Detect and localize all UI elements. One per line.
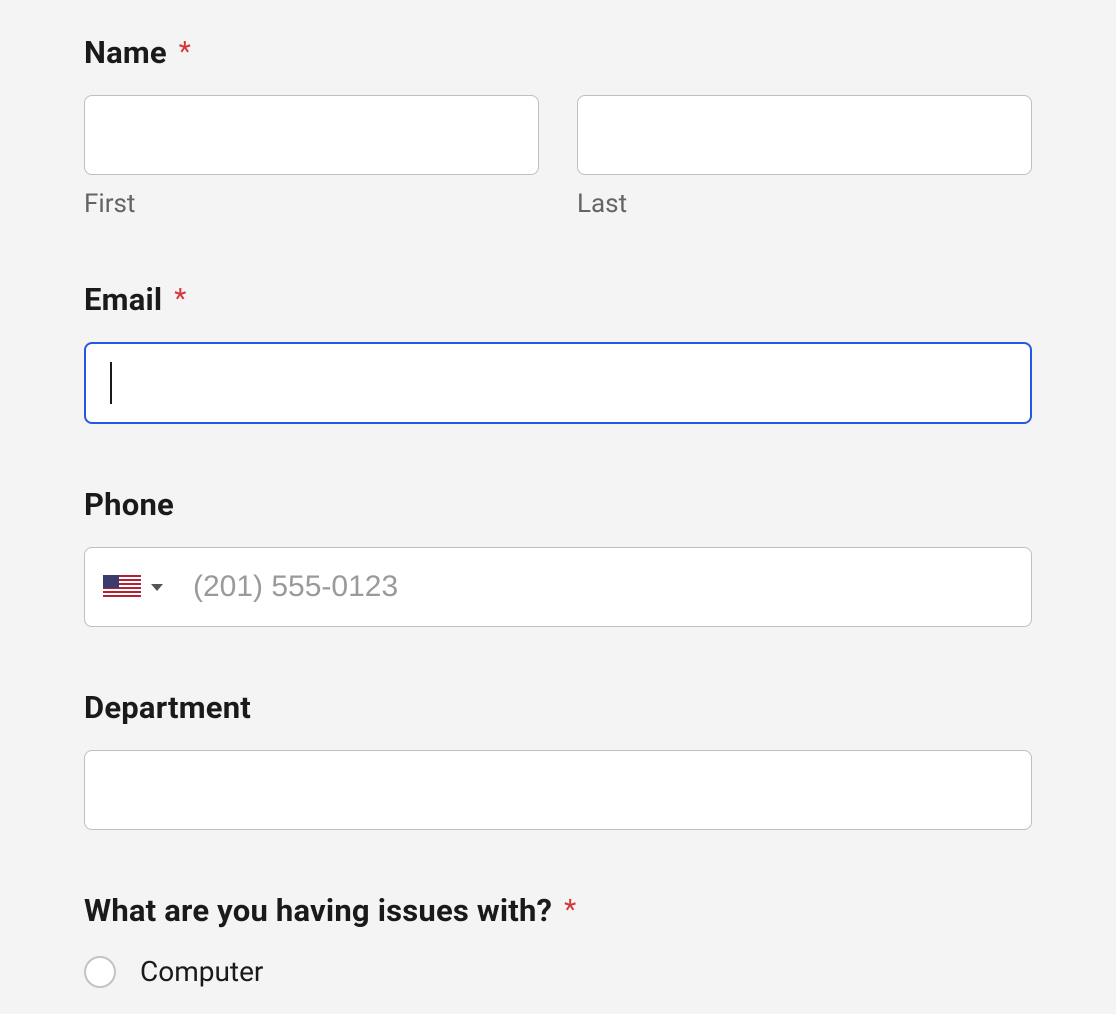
last-name-col: Last [577, 95, 1032, 219]
department-input[interactable] [84, 750, 1032, 830]
issue-option-label: Computer [140, 955, 263, 988]
required-marker: * [564, 893, 576, 926]
phone-input-wrap [84, 547, 1032, 627]
issues-label: What are you having issues with? * [84, 892, 1032, 929]
required-marker: * [179, 35, 191, 68]
first-name-sublabel: First [84, 189, 539, 219]
last-name-input[interactable] [577, 95, 1032, 175]
issue-option-row[interactable]: Computer [84, 955, 1032, 988]
email-input[interactable] [84, 342, 1032, 424]
support-form: Name * First Last Email * Phone [0, 0, 1116, 1014]
first-name-col: First [84, 95, 539, 219]
chevron-down-icon [151, 584, 163, 591]
issues-label-text: What are you having issues with? [84, 892, 552, 929]
name-group: Name * First Last [84, 34, 1032, 219]
name-row: First Last [84, 95, 1032, 219]
text-caret-icon [110, 362, 112, 404]
last-name-sublabel: Last [577, 189, 1032, 219]
us-flag-icon [103, 575, 141, 599]
country-code-selector[interactable] [99, 569, 173, 605]
department-label: Department [84, 689, 1032, 726]
department-group: Department [84, 689, 1032, 830]
phone-label: Phone [84, 486, 1032, 523]
radio-unchecked-icon [84, 956, 116, 988]
name-label-text: Name [84, 34, 167, 71]
phone-group: Phone [84, 486, 1032, 627]
issues-group: What are you having issues with? * Compu… [84, 892, 1032, 988]
required-marker: * [174, 282, 186, 315]
first-name-input[interactable] [84, 95, 539, 175]
phone-input[interactable] [191, 548, 1011, 626]
name-label: Name * [84, 34, 1032, 71]
email-label-text: Email [84, 281, 162, 318]
email-group: Email * [84, 281, 1032, 424]
email-label: Email * [84, 281, 1032, 318]
